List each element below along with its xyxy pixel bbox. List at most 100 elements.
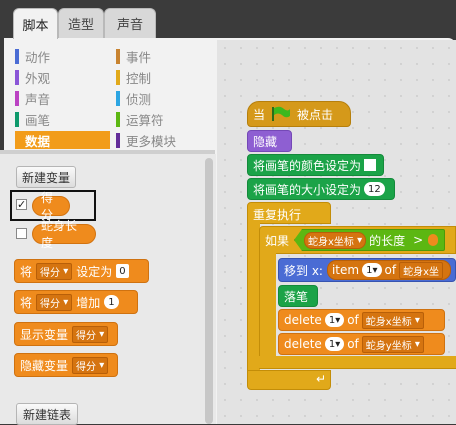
goto-xy-block[interactable]: 移到 x: item 1 ▾ of 蛇身x坐 — [278, 258, 456, 282]
set-variable-block[interactable]: 将 得分 ▾ 设定为 0 — [14, 259, 149, 283]
category-events[interactable]: 事件 — [116, 47, 151, 65]
category-label: 控制 — [126, 70, 152, 86]
block-text: 落笔 — [284, 289, 309, 304]
value-input[interactable]: 12 — [364, 182, 385, 196]
check-mark-icon: ✓ — [17, 198, 27, 211]
category-label: 运算符 — [126, 112, 164, 128]
color-swatch[interactable] — [364, 159, 377, 171]
tab-sounds[interactable]: 声音 — [104, 8, 156, 38]
set-pen-color-block[interactable]: 将画笔的颜色设定为 — [247, 154, 384, 176]
when-flag-clicked-block[interactable]: 当 被点击 — [247, 101, 351, 127]
category-label: 事件 — [126, 49, 152, 65]
block-text: 当 — [253, 107, 266, 122]
block-text: of — [384, 263, 397, 277]
if-block[interactable]: 如果 蛇身x坐标 ▾ 的长度 > — [259, 226, 456, 254]
index-input[interactable]: 1 ▾ — [324, 313, 345, 327]
tab-costumes-label: 造型 — [67, 18, 94, 33]
category-control[interactable]: 控制 — [116, 68, 151, 86]
category-motion[interactable]: 动作 — [15, 47, 50, 65]
category-pen[interactable]: 画笔 — [15, 110, 50, 128]
forever-block-bottom: ↵ — [247, 370, 331, 390]
category-label: 侦测 — [126, 91, 152, 107]
dropdown-value: 蛇身x坐标 — [365, 316, 412, 328]
item-of-list-reporter[interactable]: item 1 ▾ of 蛇身x坐 — [326, 260, 451, 280]
block-text: 的长度 — [369, 233, 406, 248]
category-label: 外观 — [25, 70, 51, 86]
tab-scripts-label: 脚本 — [22, 18, 49, 34]
dropdown-value: 蛇身x坐标 — [308, 236, 354, 248]
dropdown-value: 得分 — [76, 330, 97, 342]
category-data[interactable]: 数据 — [15, 131, 110, 149]
list-dropdown[interactable]: 蛇身x坐标 ▾ — [304, 231, 367, 249]
category-label: 声音 — [25, 91, 51, 107]
block-text: delete — [284, 313, 322, 327]
new-list-button[interactable]: 新建链表 — [16, 403, 78, 425]
block-text: delete — [284, 337, 322, 351]
block-text: 重复执行 — [253, 208, 302, 222]
delete-item-y-block[interactable]: delete 1 ▾ of 蛇身y坐标 ▾ — [278, 333, 445, 355]
new-variable-button[interactable]: 新建变量 — [16, 166, 76, 188]
category-label: 动作 — [25, 49, 51, 65]
var-length-reporter[interactable]: 蛇身长度 — [32, 219, 96, 250]
category-color-bar — [15, 69, 19, 85]
block-text: 将画笔的颜色设定为 — [253, 158, 362, 173]
forever-block[interactable]: 重复执行 — [247, 202, 331, 224]
hide-block[interactable]: 隐藏 — [247, 130, 292, 152]
category-operators[interactable]: 运算符 — [116, 110, 164, 128]
block-text: 将画笔的大小设定为 — [253, 182, 362, 197]
list-dropdown[interactable]: 蛇身x坐 — [399, 261, 443, 279]
block-text: 显示变量 — [20, 327, 69, 342]
category-label: 数据 — [25, 133, 51, 149]
variable-dropdown[interactable]: 得分 ▾ — [72, 325, 109, 343]
var-score-reporter[interactable]: 得分 — [32, 191, 70, 222]
value-input[interactable]: 0 — [116, 264, 129, 278]
category-more-blocks[interactable]: 更多模块 — [116, 131, 176, 149]
dropdown-value: 蛇身y坐标 — [365, 340, 412, 352]
category-sound[interactable]: 声音 — [15, 89, 50, 107]
block-text: 隐藏 — [253, 134, 278, 149]
set-pen-size-block[interactable]: 将画笔的大小设定为 12 — [247, 178, 395, 200]
category-label: 画笔 — [25, 112, 51, 128]
category-color-bar — [15, 48, 19, 64]
greater-than-operator[interactable]: 蛇身x坐标 ▾ 的长度 > — [294, 229, 446, 251]
block-text: 将 — [20, 295, 33, 310]
palette-scrollbar[interactable] — [205, 158, 213, 424]
category-sensing[interactable]: 侦测 — [116, 89, 151, 107]
index-input[interactable]: 1 ▾ — [324, 337, 345, 351]
hide-variable-block[interactable]: 隐藏变量 得分 ▾ — [14, 353, 118, 377]
category-looks[interactable]: 外观 — [15, 68, 50, 86]
var-length-checkbox[interactable] — [16, 228, 27, 239]
block-text: 隐藏变量 — [20, 358, 69, 373]
variable-dropdown[interactable]: 得分 ▾ — [72, 356, 109, 374]
tab-sounds-label: 声音 — [116, 18, 143, 33]
var-score-checkbox[interactable]: ✓ — [16, 199, 27, 210]
category-color-bar — [116, 48, 120, 64]
value-slot[interactable] — [428, 234, 439, 246]
category-color-bar — [15, 132, 19, 148]
index-value: 1 — [328, 314, 336, 326]
category-color-bar — [116, 132, 120, 148]
tab-scripts[interactable]: 脚本 — [13, 8, 58, 39]
operator-symbol: > — [413, 233, 424, 247]
list-dropdown[interactable]: 蛇身x坐标 ▾ — [361, 311, 424, 329]
change-variable-block[interactable]: 将 得分 ▾ 增加 1 — [14, 290, 138, 314]
block-text: 将 — [20, 264, 33, 279]
list-dropdown[interactable]: 蛇身y坐标 ▾ — [361, 335, 424, 353]
dropdown-value: 蛇身x坐 — [403, 266, 439, 278]
dropdown-value: 得分 — [40, 298, 61, 310]
value-input[interactable]: 1 — [104, 295, 119, 309]
block-text: 被点击 — [297, 107, 334, 122]
var-length-label: 蛇身长度 — [41, 219, 78, 250]
show-variable-block[interactable]: 显示变量 得分 ▾ — [14, 322, 118, 346]
pen-down-block[interactable]: 落笔 — [278, 285, 318, 307]
tab-costumes[interactable]: 造型 — [58, 8, 104, 38]
variable-dropdown[interactable]: 得分 ▾ — [36, 262, 73, 280]
category-label: 更多模块 — [126, 133, 177, 149]
block-text: of — [347, 313, 359, 327]
delete-item-x-block[interactable]: delete 1 ▾ of 蛇身x坐标 ▾ — [278, 309, 445, 331]
new-list-label: 新建链表 — [22, 407, 71, 422]
variable-dropdown[interactable]: 得分 ▾ — [36, 293, 73, 311]
index-input[interactable]: 1 ▾ — [362, 263, 382, 277]
category-color-bar — [116, 90, 120, 106]
new-variable-label: 新建变量 — [21, 170, 70, 185]
